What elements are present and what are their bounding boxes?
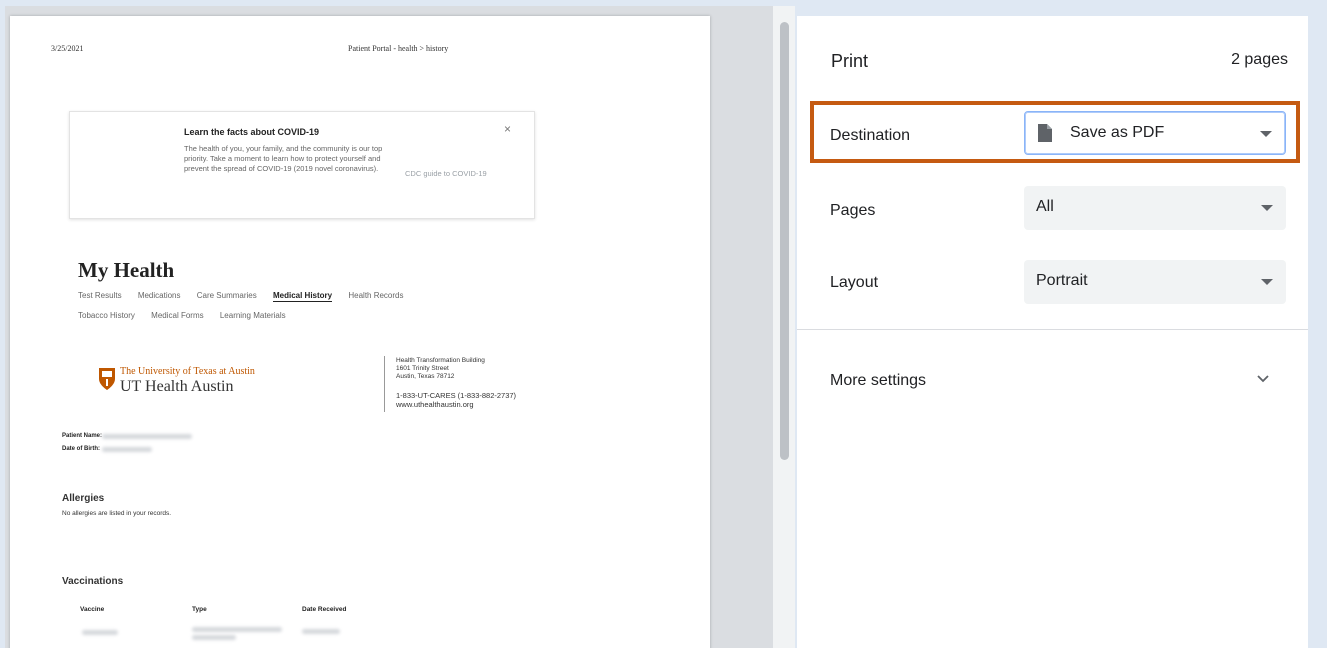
print-preview-area: 3/25/2021 Patient Portal - health > hist… <box>5 6 795 648</box>
contact-website: www.uthealthaustin.org <box>396 400 474 409</box>
pages-select[interactable]: All <box>1024 186 1286 230</box>
allergies-heading: Allergies <box>62 493 105 504</box>
cdc-guide-link: CDC guide to COVID-19 <box>405 169 487 178</box>
chevron-down-icon <box>1261 279 1273 285</box>
document-icon <box>1038 124 1052 142</box>
redacted-dob <box>102 447 152 452</box>
nav-test-results: Test Results <box>78 291 122 300</box>
preview-page: 3/25/2021 Patient Portal - health > hist… <box>10 16 710 648</box>
layout-value: Portrait <box>1036 272 1088 289</box>
redacted-patient-name <box>102 434 192 439</box>
contact-phone: 1-833-UT-CARES (1-833-882-2737) <box>396 391 517 400</box>
allergies-text: No allergies are listed in your records. <box>62 510 172 517</box>
covid-banner: Learn the facts about COVID-19 The healt… <box>69 111 535 219</box>
header-title: Patient Portal - health > history <box>348 44 449 53</box>
health-nav-row-2: Tobacco History Medical Forms Learning M… <box>78 311 300 320</box>
university-name: The University of Texas at Austin <box>120 366 255 377</box>
address-street: 1601 Trinity Street <box>396 365 449 372</box>
page-count: 2 pages <box>1231 51 1288 68</box>
pages-value: All <box>1036 198 1054 215</box>
header-date: 3/25/2021 <box>51 44 84 53</box>
redacted-type <box>192 627 282 632</box>
redacted-date <box>302 629 340 634</box>
pages-label: Pages <box>830 202 876 219</box>
health-nav-row-1: Test Results Medications Care Summaries … <box>78 291 418 302</box>
date-received-column-header: Date Received <box>302 606 347 613</box>
nav-health-records: Health Records <box>348 291 404 300</box>
chevron-down-icon <box>1261 205 1273 211</box>
more-settings-toggle[interactable]: More settings <box>830 372 926 390</box>
chevron-down-icon[interactable] <box>1255 372 1271 386</box>
nav-medical-forms: Medical Forms <box>151 311 204 320</box>
vaccinations-heading: Vaccinations <box>62 576 124 587</box>
address-building: Health Transformation Building <box>396 357 485 364</box>
vaccine-column-header: Vaccine <box>80 606 105 613</box>
chevron-down-icon <box>1260 131 1272 137</box>
panel-divider <box>797 329 1308 330</box>
layout-select[interactable]: Portrait <box>1024 260 1286 304</box>
print-title: Print <box>831 51 869 71</box>
destination-value: Save as PDF <box>1070 124 1165 141</box>
nav-tobacco-history: Tobacco History <box>78 311 135 320</box>
close-icon: × <box>504 122 512 136</box>
address-city: Austin, Texas 78712 <box>396 373 455 380</box>
preview-scrollbar-thumb[interactable] <box>780 22 789 460</box>
ut-health-austin-logo: UT Health Austin <box>120 378 234 395</box>
redacted-type-2 <box>192 635 236 640</box>
dob-label: Date of Birth: <box>62 446 100 452</box>
layout-label: Layout <box>830 274 879 291</box>
nav-medical-history: Medical History <box>272 291 333 302</box>
covid-title: Learn the facts about COVID-19 <box>184 127 320 137</box>
print-settings-panel: Print 2 pages Destination Save as PDF Pa… <box>797 16 1308 648</box>
destination-label: Destination <box>830 127 911 144</box>
redacted-vaccine <box>82 630 118 635</box>
nav-learning-materials: Learning Materials <box>219 311 286 320</box>
ut-shield-icon <box>99 368 115 390</box>
nav-medications: Medications <box>137 291 181 300</box>
patient-name-label: Patient Name: <box>62 433 103 439</box>
covid-body: The health of you, your family, and the … <box>184 144 383 173</box>
logo-divider <box>384 356 385 412</box>
page-heading: My Health <box>78 258 175 282</box>
nav-care-summaries: Care Summaries <box>196 291 257 300</box>
type-column-header: Type <box>192 606 207 613</box>
destination-select[interactable]: Save as PDF <box>1024 111 1286 155</box>
